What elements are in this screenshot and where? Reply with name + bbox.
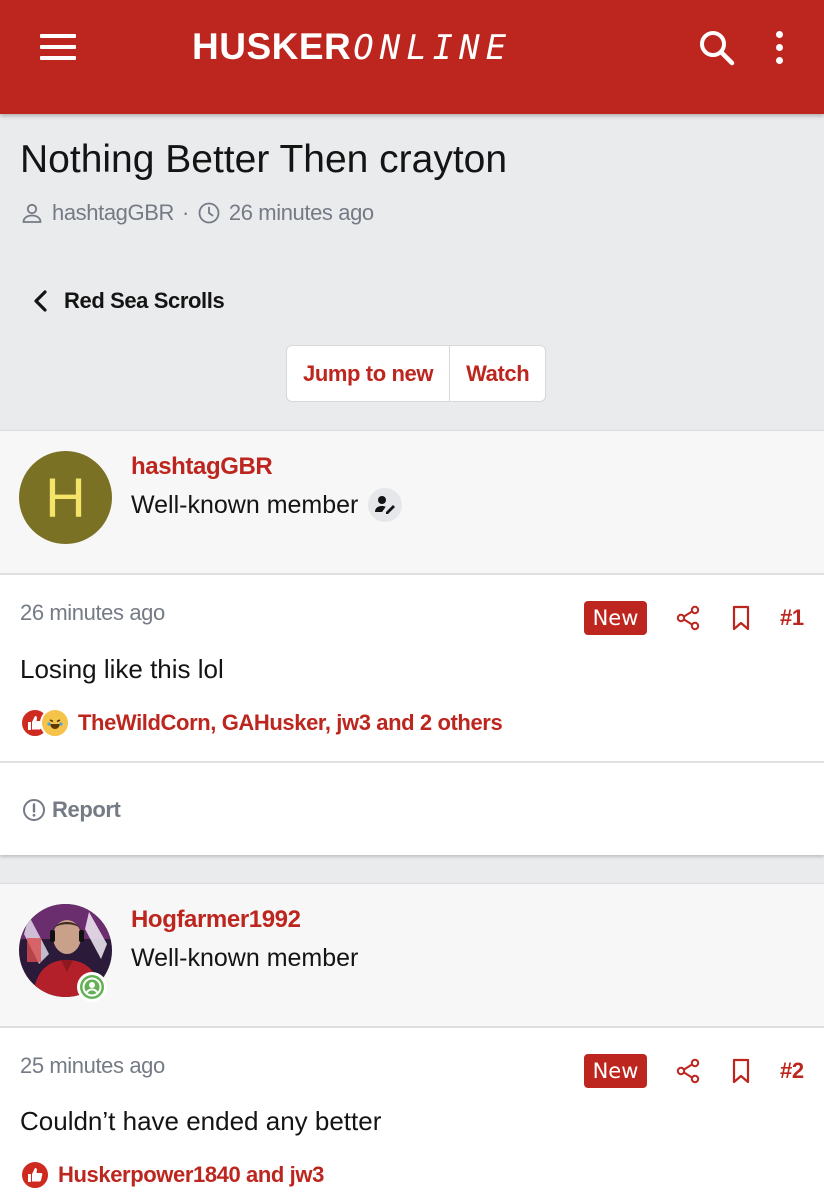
user-title-text: Well-known member — [131, 943, 359, 972]
breadcrumb[interactable]: Red Sea Scrolls — [32, 284, 225, 318]
user-icon — [22, 203, 42, 223]
post-username[interactable]: hashtagGBR — [131, 453, 273, 481]
post-user-block: Hogfarmer1992 Well-known member — [0, 884, 824, 1028]
like-reaction-icon — [20, 1160, 50, 1190]
post-body: Couldn’t have ended any better — [20, 1106, 382, 1136]
logo-light: ONLINE — [353, 28, 513, 68]
share-icon[interactable] — [674, 604, 702, 632]
avatar[interactable]: H — [19, 451, 112, 544]
chevron-left-icon — [34, 290, 47, 312]
report-label: Report — [52, 797, 121, 822]
hamburger-icon[interactable] — [40, 34, 76, 60]
reactions-summary[interactable]: Huskerpower1840 and jw3 — [20, 1159, 324, 1191]
bookmark-icon[interactable] — [727, 1057, 755, 1085]
thread-author[interactable]: hashtagGBR — [52, 200, 174, 226]
logo-bold: HUSKER — [192, 26, 352, 67]
jump-to-new-button[interactable]: Jump to new — [287, 346, 449, 401]
bookmark-icon[interactable] — [727, 604, 755, 632]
post-time[interactable]: 26 minutes ago — [20, 600, 165, 626]
search-icon[interactable] — [697, 28, 737, 68]
laugh-reaction-icon — [40, 708, 70, 738]
reactions-users: TheWildCorn, GAHusker, jw3 and 2 others — [78, 710, 503, 735]
post-body: Losing like this lol — [20, 654, 224, 684]
thread-actions: Jump to new Watch — [286, 345, 547, 402]
thread-time[interactable]: 26 minutes ago — [229, 200, 374, 226]
new-badge: New — [584, 1054, 647, 1088]
divider — [0, 761, 824, 763]
site-logo[interactable]: HUSKER ONLINE — [192, 26, 512, 70]
user-title: Well-known member — [131, 941, 358, 975]
staff-badge-icon[interactable] — [368, 488, 403, 522]
meta-separator: · — [181, 200, 189, 225]
post-number[interactable]: #1 — [780, 605, 804, 631]
post-time[interactable]: 25 minutes ago — [20, 1053, 165, 1079]
post-2: Hogfarmer1992 Well-known member 25 minut… — [0, 883, 824, 1200]
breadcrumb-label: Red Sea Scrolls — [64, 288, 225, 313]
post-1: H hashtagGBR Well-known member 26 minute… — [0, 430, 824, 855]
app-header: HUSKER ONLINE — [0, 0, 824, 114]
post-number[interactable]: #2 — [780, 1058, 804, 1084]
new-badge: New — [584, 601, 647, 635]
user-title-text: Well-known member — [131, 490, 359, 519]
reactions-summary[interactable]: TheWildCorn, GAHusker, jw3 and 2 others — [20, 707, 503, 739]
alert-circle-icon — [23, 799, 45, 821]
report-button[interactable]: Report — [22, 795, 121, 825]
share-icon[interactable] — [674, 1057, 702, 1085]
post-user-block: H hashtagGBR Well-known member — [0, 431, 824, 575]
reactions-users: Huskerpower1840 and jw3 — [58, 1162, 324, 1187]
watch-button[interactable]: Watch — [449, 346, 545, 401]
clock-icon — [198, 202, 220, 224]
thread-meta: hashtagGBR · 26 minutes ago — [20, 198, 374, 228]
online-status-icon — [77, 972, 107, 1002]
user-title: Well-known member — [131, 488, 403, 522]
page-title: Nothing Better Then crayton — [20, 138, 508, 181]
kebab-icon[interactable] — [768, 28, 792, 68]
post-username[interactable]: Hogfarmer1992 — [131, 906, 301, 934]
